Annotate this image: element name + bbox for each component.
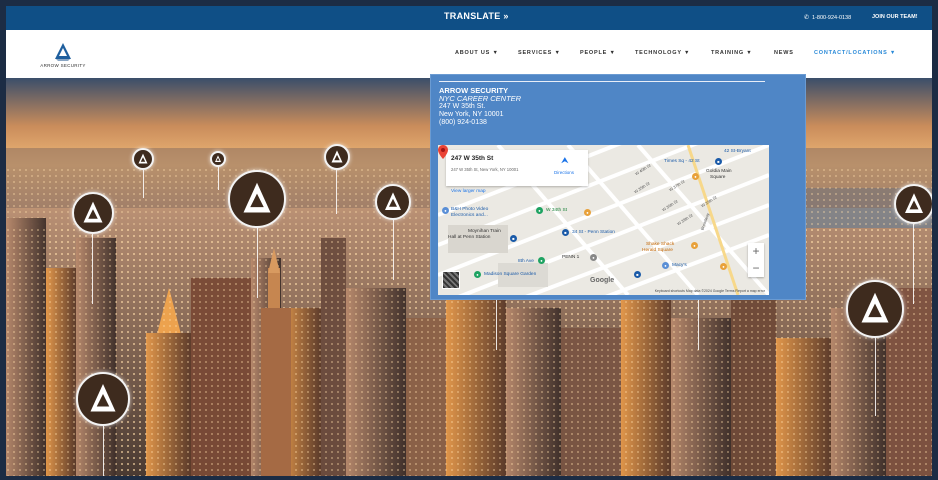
embedded-google-map[interactable]: 247 W 35th St 247 W 35th St, New York, N…: [438, 145, 769, 295]
map-label[interactable]: Macy's: [672, 263, 687, 268]
phone-number: 1-800-924-0138: [812, 15, 852, 21]
nav-technology[interactable]: TECHNOLOGY ▼: [635, 50, 690, 56]
subway-icon: ■: [634, 271, 641, 278]
street-address: 247 W 35th St.: [439, 103, 486, 110]
map-label[interactable]: Hall at Penn Station: [448, 235, 490, 240]
directions-icon[interactable]: ⮝: [561, 155, 569, 166]
map-marker-icon[interactable]: ●: [692, 173, 699, 180]
top-utility-bar: TRANSLATE » ✆ 1-800-924-0138 JOIN OUR TEA…: [6, 6, 932, 30]
google-logo: Google: [590, 277, 615, 284]
arrow-logo-icon: [210, 151, 226, 167]
subway-icon: ■: [562, 229, 569, 236]
arrow-logo-icon: [132, 148, 154, 170]
map-thumbnail[interactable]: [442, 271, 460, 289]
map-place-address: 247 W 35th St, New York, NY 10001: [451, 167, 519, 172]
arrow-logo-icon: [72, 192, 114, 234]
translate-button[interactable]: TRANSLATE »: [444, 11, 509, 21]
logo[interactable]: ARROW SECURITY: [28, 42, 98, 72]
map-marker-icon[interactable]: ●: [536, 207, 543, 214]
card-divider: [439, 81, 765, 82]
map-label[interactable]: PENN 1: [562, 255, 579, 260]
map-marker-icon[interactable]: [438, 145, 448, 159]
location-name: NYC CAREER CENTER: [439, 94, 522, 103]
subway-icon: ■: [715, 158, 722, 165]
map-marker-icon[interactable]: ●: [590, 254, 597, 261]
phone-link[interactable]: ✆ 1-800-924-0138: [804, 14, 851, 21]
map-info-window: 247 W 35th St 247 W 35th St, New York, N…: [446, 150, 588, 186]
map-label[interactable]: 8th Ave: [518, 259, 534, 264]
arrow-logo-icon: [76, 372, 130, 426]
city-state-zip: New York, NY 10001: [439, 111, 504, 118]
map-label[interactable]: 34 St - Penn Station: [572, 230, 615, 235]
nav-contact-locations[interactable]: CONTACT/LOCATIONS ▼: [814, 50, 896, 56]
subway-icon: ■: [510, 235, 517, 242]
map-marker-icon[interactable]: ●: [442, 207, 449, 214]
map-label[interactable]: Moynihan Train: [468, 229, 501, 234]
join-our-team-link[interactable]: JOIN OUR TEAM!: [872, 14, 918, 20]
location-card: ARROW SECURITY NYC CAREER CENTER 247 W 3…: [430, 74, 806, 300]
browser-frame: TRANSLATE » ✆ 1-800-924-0138 JOIN OUR TEA…: [6, 6, 932, 476]
map-marker-icon[interactable]: ●: [538, 257, 545, 264]
directions-link[interactable]: Directions: [554, 170, 574, 175]
map-label[interactable]: 42 St-Bryant: [724, 149, 751, 154]
arrow-logo-icon: [324, 144, 350, 170]
map-place-title: 247 W 35th St: [451, 155, 494, 162]
arrow-logo-icon: [894, 184, 932, 224]
map-label[interactable]: Shake Shack: [646, 242, 674, 247]
map-marker-icon[interactable]: ●: [662, 262, 669, 269]
phone-icon: ✆: [804, 15, 810, 21]
map-marker-icon[interactable]: ●: [691, 242, 698, 249]
main-navigation: ARROW SECURITY ABOUT US ▼ SERVICES ▼ PEO…: [6, 30, 932, 78]
map-label[interactable]: W 34th St: [546, 208, 567, 213]
map-label[interactable]: Goldia Main: [706, 169, 732, 174]
map-label[interactable]: Herald Square: [642, 248, 673, 253]
zoom-in-button[interactable]: +: [748, 243, 764, 260]
map-label[interactable]: Square: [710, 175, 725, 180]
map-zoom-controls: + −: [748, 243, 764, 277]
zoom-out-button[interactable]: −: [748, 260, 764, 277]
arrow-logo-icon: [55, 43, 71, 61]
nav-training[interactable]: TRAINING ▼: [711, 50, 753, 56]
nav-people[interactable]: PEOPLE ▼: [580, 50, 616, 56]
map-marker-icon[interactable]: ●: [720, 263, 727, 270]
location-address: ARROW SECURITY NYC CAREER CENTER 247 W 3…: [439, 87, 521, 127]
arrow-logo-icon: [228, 170, 286, 228]
arrow-logo-icon: [846, 280, 904, 338]
map-marker-icon[interactable]: ●: [584, 209, 591, 216]
map-label[interactable]: Madison Square Garden: [484, 272, 536, 277]
map-footer-links[interactable]: Keyboard shortcuts Map data ©2024 Google…: [655, 289, 765, 293]
nav-services[interactable]: SERVICES ▼: [518, 50, 561, 56]
map-label[interactable]: Electronics and...: [451, 213, 488, 218]
arrow-logo-icon: [375, 184, 411, 220]
view-larger-map-link[interactable]: View larger map: [451, 189, 486, 194]
map-label[interactable]: Times Sq - 42 St: [664, 159, 700, 164]
logo-text: ARROW SECURITY: [40, 63, 86, 68]
map-label[interactable]: B&H Photo Video: [451, 207, 488, 212]
nav-news[interactable]: NEWS: [774, 50, 794, 56]
map-marker-icon[interactable]: ●: [474, 271, 481, 278]
location-phone[interactable]: (800) 924-0138: [439, 119, 521, 127]
nav-about-us[interactable]: ABOUT US ▼: [455, 50, 499, 56]
